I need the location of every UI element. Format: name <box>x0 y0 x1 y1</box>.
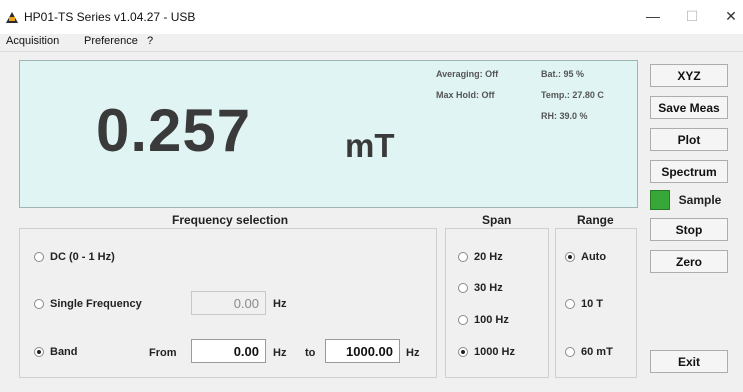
radio-span-1000hz[interactable]: 1000 Hz <box>458 346 515 358</box>
radio-span-30hz-dot[interactable] <box>458 283 468 293</box>
menu-acquisition[interactable]: Acquisition <box>6 35 59 47</box>
frequency-selection-title: Frequency selection <box>172 213 289 227</box>
single-frequency-unit: Hz <box>273 298 287 310</box>
range-title: Range <box>577 213 614 227</box>
radio-span-20hz-dot[interactable] <box>458 252 468 262</box>
radio-band[interactable]: Band <box>34 346 78 358</box>
band-to-input[interactable] <box>325 339 400 363</box>
menu-preference[interactable]: Preference <box>84 35 138 47</box>
radio-range-10t-dot[interactable] <box>565 299 575 309</box>
radio-span-100hz-dot[interactable] <box>458 315 468 325</box>
window-title: HP01-TS Series v1.04.27 - USB <box>24 10 196 24</box>
app-logo-icon <box>6 12 18 23</box>
radio-span-1000hz-label: 1000 Hz <box>474 346 515 358</box>
radio-single-frequency-dot[interactable] <box>34 299 44 309</box>
humidity-status: RH: 39.0 % <box>541 111 588 121</box>
minimize-button[interactable]: — <box>641 6 665 26</box>
band-from-unit: Hz <box>273 347 287 359</box>
averaging-status: Averaging: Off <box>436 69 499 79</box>
radio-span-30hz[interactable]: 30 Hz <box>458 282 503 294</box>
radio-single-frequency[interactable]: Single Frequency <box>34 298 142 310</box>
radio-band-dot[interactable] <box>34 347 44 357</box>
maximize-button[interactable]: ☐ <box>680 6 704 26</box>
measurement-value: 0.257 <box>96 97 252 164</box>
radio-range-60mt[interactable]: 60 mT <box>565 346 613 358</box>
radio-range-auto[interactable]: Auto <box>565 251 606 263</box>
radio-range-60mt-label: 60 mT <box>581 346 613 358</box>
radio-dc-label: DC (0 - 1 Hz) <box>50 251 115 263</box>
sample-indicator-led <box>650 190 670 210</box>
radio-span-20hz-label: 20 Hz <box>474 251 503 263</box>
radio-dc-dot[interactable] <box>34 252 44 262</box>
sample-label: Sample <box>678 193 722 207</box>
span-title: Span <box>482 213 512 227</box>
radio-band-label: Band <box>50 346 78 358</box>
radio-single-frequency-label: Single Frequency <box>50 298 142 310</box>
exit-button[interactable]: Exit <box>650 350 728 373</box>
radio-span-100hz[interactable]: 100 Hz <box>458 314 509 326</box>
plot-button[interactable]: Plot <box>650 128 728 151</box>
xyz-button[interactable]: XYZ <box>650 64 728 87</box>
radio-span-30hz-label: 30 Hz <box>474 282 503 294</box>
temperature-status: Temp.: 27.80 C <box>541 90 604 100</box>
battery-status: Bat.: 95 % <box>541 69 585 79</box>
spectrum-button[interactable]: Spectrum <box>650 160 728 183</box>
zero-button[interactable]: Zero <box>650 250 728 273</box>
measurement-display: 0.257 mT Averaging: Off Max Hold: Off Ba… <box>19 60 638 208</box>
radio-span-100hz-label: 100 Hz <box>474 314 509 326</box>
title-bar: HP01-TS Series v1.04.27 - USB — ☐ ✕ <box>0 0 743 34</box>
save-meas-button[interactable]: Save Meas <box>650 96 728 119</box>
menu-bar: Acquisition Preference ? <box>0 34 743 52</box>
radio-range-auto-dot[interactable] <box>565 252 575 262</box>
radio-range-10t[interactable]: 10 T <box>565 298 603 310</box>
band-to-label: to <box>305 347 316 359</box>
max-hold-status: Max Hold: Off <box>436 90 495 100</box>
band-from-label: From <box>149 347 177 359</box>
menu-help[interactable]: ? <box>147 35 153 47</box>
close-button[interactable]: ✕ <box>719 6 743 26</box>
radio-span-1000hz-dot[interactable] <box>458 347 468 357</box>
radio-range-auto-label: Auto <box>581 251 607 263</box>
measurement-unit: mT <box>345 127 395 164</box>
single-frequency-input[interactable] <box>191 291 266 315</box>
stop-button[interactable]: Stop <box>650 218 728 241</box>
band-from-input[interactable] <box>191 339 266 363</box>
radio-dc[interactable]: DC (0 - 1 Hz) <box>34 251 115 263</box>
radio-span-20hz[interactable]: 20 Hz <box>458 251 503 263</box>
radio-range-10t-label: 10 T <box>581 298 604 310</box>
radio-range-60mt-dot[interactable] <box>565 347 575 357</box>
band-to-unit: Hz <box>406 347 420 359</box>
